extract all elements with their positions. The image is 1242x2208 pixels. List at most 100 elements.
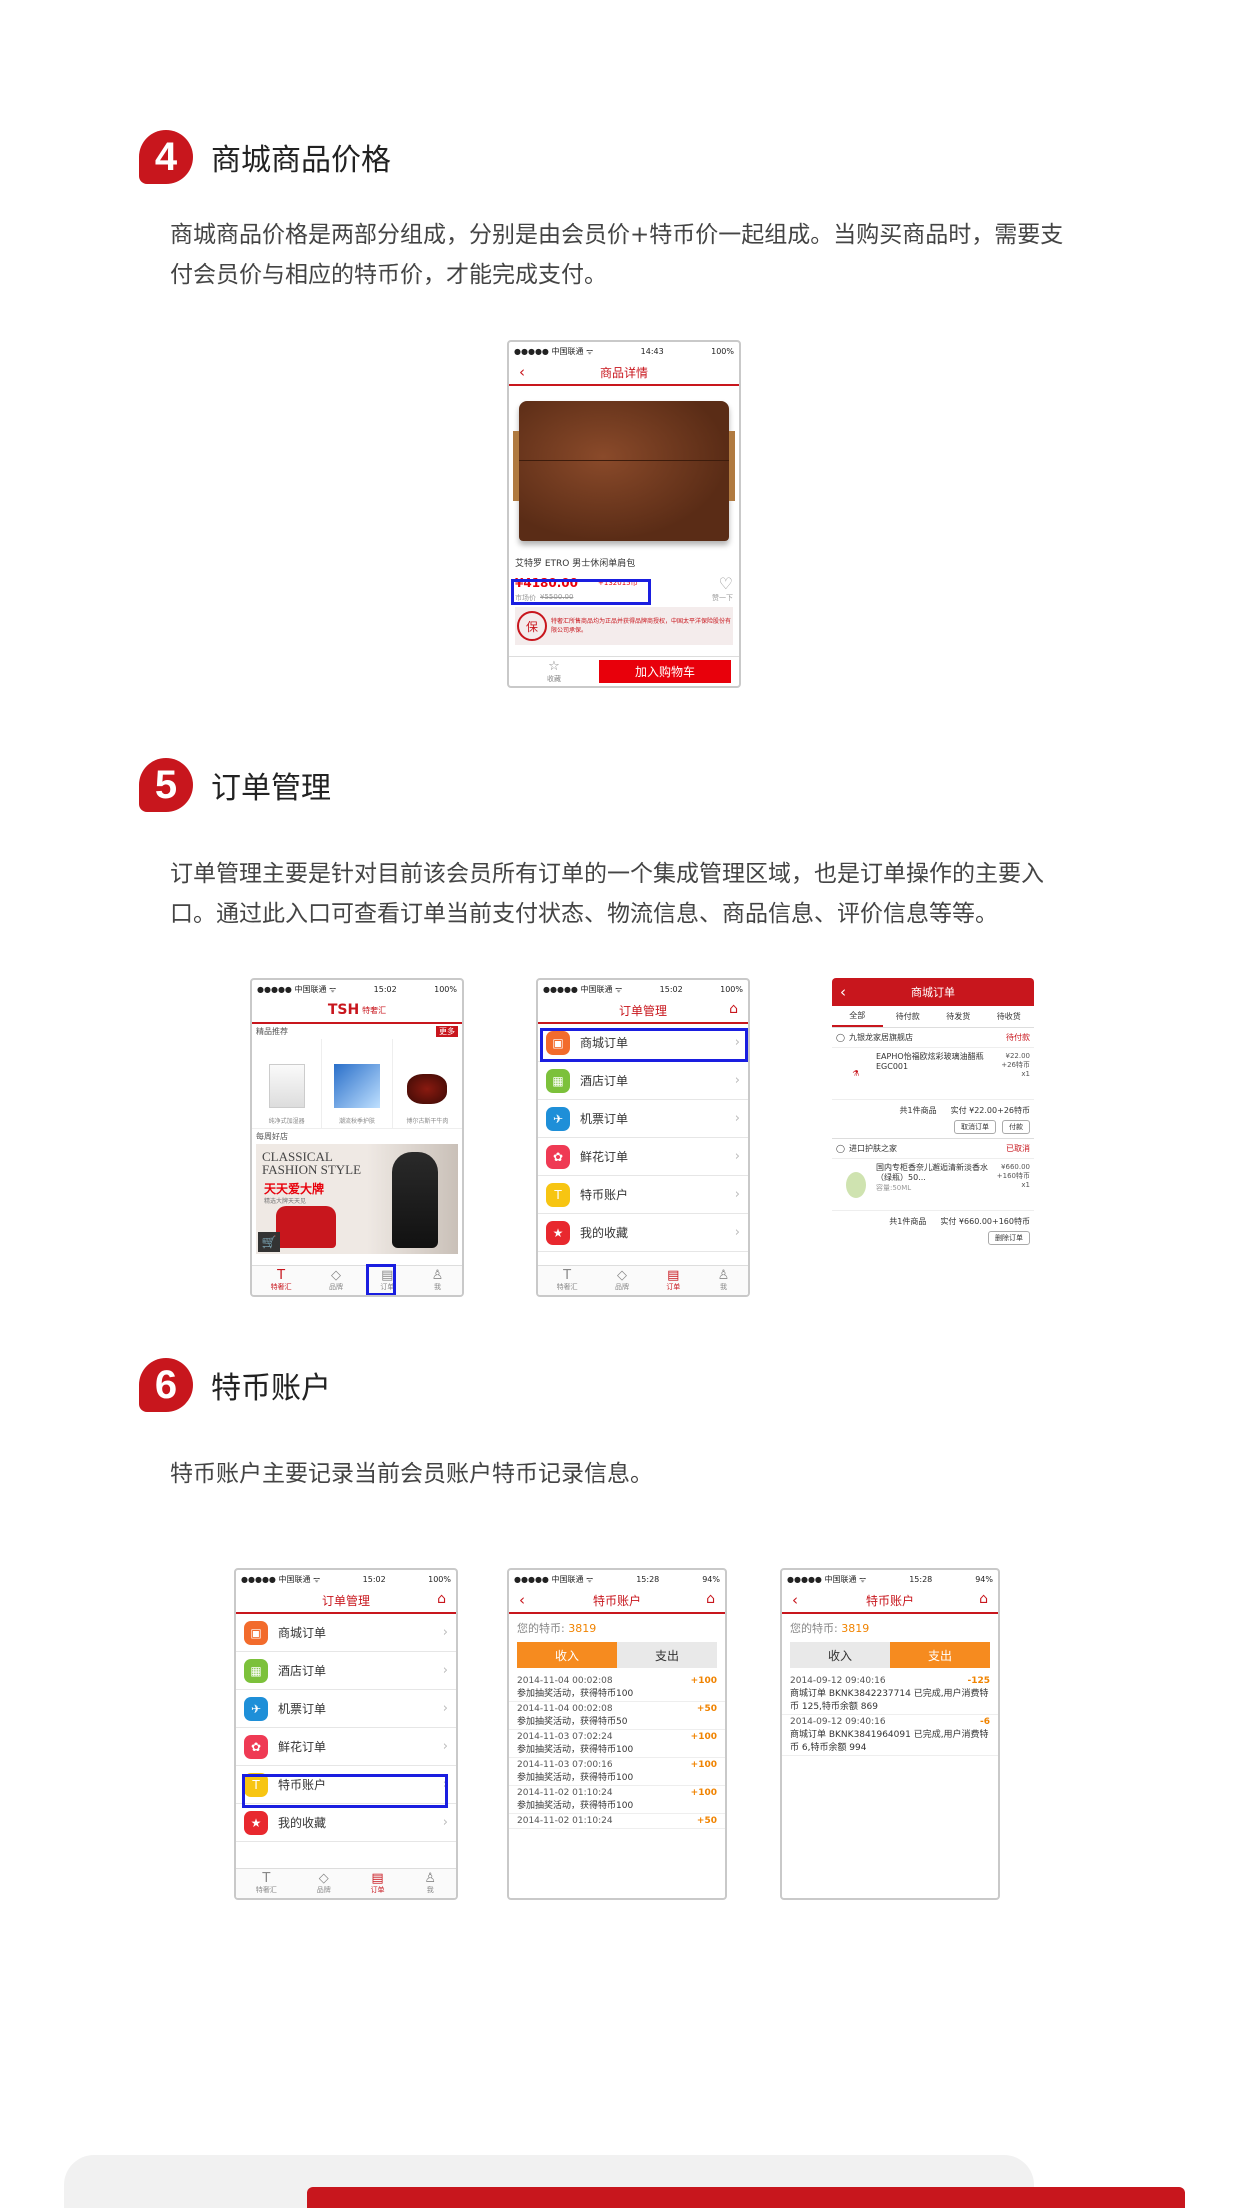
menu-item-hotel-order[interactable]: ▦ 酒店订单 › [236, 1652, 456, 1690]
cancel-order-button[interactable]: 取消订单 [954, 1120, 996, 1134]
order-product-row[interactable]: 国内专柜香奈儿邂逅清新淡香水（绿瓶）50... 容量:50ML ¥660.00 +1… [832, 1159, 1034, 1211]
tab-unshipped[interactable]: 待发货 [933, 1006, 984, 1027]
record-amount: +50 [696, 1704, 717, 1714]
tab-me[interactable]: ♙ 我 [424, 1872, 436, 1895]
coin-record-row: 2014-11-03 07:00:16 +100 参加抽奖活动，获得特币100 [509, 1758, 725, 1786]
tab-unreceived[interactable]: 待收货 [984, 1006, 1035, 1027]
tab-brand[interactable]: ◇ 品牌 [615, 1269, 629, 1292]
star-icon: ★ [546, 1220, 570, 1245]
order-total: 实付 ¥22.00+26特币 [950, 1105, 1030, 1115]
coin-record-row: 2014-11-04 00:02:08 +100 参加抽奖活动，获得特币100 [509, 1674, 725, 1702]
order-product-row[interactable]: ⚗ EAPHO怡福欧炫彩玻璃油醋瓶EGC001 ¥22.00 +26特币 x1 [832, 1048, 1034, 1100]
menu-item-mall-order[interactable]: ▣ 商城订单 › [236, 1614, 456, 1652]
like-label: 赞一下 [712, 594, 733, 602]
home-icon[interactable]: ⌂ [979, 1591, 988, 1607]
menu-item-flower-order[interactable]: ✿ 鲜花订单 › [236, 1728, 456, 1766]
tab-unpaid[interactable]: 待付款 [883, 1006, 934, 1027]
back-icon[interactable]: ‹ [519, 1591, 525, 1609]
tab-home[interactable]: T 特奢汇 [557, 1269, 578, 1292]
coin-record-row: 2014-11-04 00:02:08 +50 参加抽奖活动，获得特币50 [509, 1702, 725, 1730]
income-expense-toggle: 收入 支出 [517, 1642, 717, 1668]
chevron-right-icon: › [442, 1739, 448, 1754]
mall-order-highlight [540, 1028, 748, 1062]
home-icon[interactable]: ⌂ [706, 1591, 715, 1607]
income-tab[interactable]: 收入 [517, 1642, 617, 1668]
coin-record-row: 2014-11-02 01:10:24 +100 参加抽奖活动，获得特币100 [509, 1786, 725, 1814]
status-bar: ●●●●● 中国联通 ᯤ 15:28 94% [514, 1574, 720, 1584]
record-amount: +100 [690, 1732, 717, 1742]
menu-item-hotel-order[interactable]: ▦ 酒店订单 › [538, 1062, 748, 1100]
footer-red-bar [307, 2187, 1185, 2208]
delete-order-button[interactable]: 删除订单 [988, 1231, 1030, 1245]
back-icon[interactable]: ‹ [792, 1591, 798, 1609]
expense-tab[interactable]: 支出 [890, 1642, 990, 1668]
nav-title: 特币账户 [865, 1593, 914, 1608]
menu-item-my-favorites[interactable]: ★ 我的收藏 › [538, 1214, 748, 1252]
status-bar: ●●●●● 中国联通 ᯤ 15:02 100% [543, 984, 743, 994]
nav-title: 特币账户 [592, 1593, 641, 1608]
income-tab[interactable]: 收入 [790, 1642, 890, 1668]
menu-item-flight-order[interactable]: ✈ 机票订单 › [538, 1100, 748, 1138]
tab-orders[interactable]: ▤ 订单 [371, 1872, 385, 1895]
order-management-screen: ●●●●● 中国联通 ᯤ 15:02 100% 订单管理 ⌂ ▣ 商城订单 › ▦ 酒店订单… [536, 978, 750, 1297]
nav-bar: ‹ 商城订单 [832, 978, 1034, 1006]
menu-item-label: 商城订单 [278, 1626, 327, 1640]
tab-brand[interactable]: ◇ 品牌 [317, 1872, 331, 1895]
expense-tab[interactable]: 支出 [617, 1642, 717, 1668]
hotel-icon: ▦ [546, 1068, 570, 1093]
check-icon[interactable]: ◯ [836, 1144, 845, 1153]
recommend-item[interactable]: 博尔古斯干牛肉 [393, 1039, 462, 1128]
section-title: 订单管理 [211, 771, 331, 806]
coin-balance: 您的特币: 3819 [517, 1622, 597, 1635]
record-date: 2014-11-03 07:02:24 [517, 1732, 613, 1742]
chevron-right-icon: › [734, 1111, 740, 1126]
recommend-item[interactable]: 潮流秋季护肤 [322, 1039, 393, 1128]
tab-me[interactable]: ♙ 我 [432, 1269, 444, 1292]
recommend-list: 纯净式加湿器 潮流秋季护肤 博尔古斯干牛肉 [252, 1039, 462, 1129]
tab-all[interactable]: 全部 [832, 1006, 883, 1027]
order-management-screen: ●●●●● 中国联通 ᯤ 15:02 100% 订单管理 ⌂ ▣ 商城订单 › ▦ 酒店订单… [234, 1568, 458, 1900]
cart-icon[interactable]: 🛒 [258, 1232, 280, 1252]
menu-item-my-favorites[interactable]: ★ 我的收藏 › [236, 1804, 456, 1842]
chevron-right-icon: › [442, 1625, 448, 1640]
menu-item-flight-order[interactable]: ✈ 机票订单 › [236, 1690, 456, 1728]
order-store-row[interactable]: ◯ 九银龙家居旗舰店 待付款 [832, 1028, 1034, 1048]
record-date: 2014-11-03 07:00:16 [517, 1760, 613, 1770]
tab-home[interactable]: T 特奢汇 [271, 1269, 292, 1292]
tab-home[interactable]: T 特奢汇 [256, 1872, 277, 1895]
home-icon[interactable]: ⌂ [729, 1001, 738, 1017]
add-to-cart-button[interactable]: 加入购物车 [599, 660, 731, 683]
promo-banner[interactable]: CLASSICAL FASHION STYLE 天天爱大牌 精选大牌天天见 🛒 [256, 1144, 458, 1254]
order-store-row[interactable]: ◯ 进口护肤之家 已取消 [832, 1139, 1034, 1159]
back-icon[interactable]: ‹ [840, 983, 846, 1001]
check-icon[interactable]: ◯ [836, 1033, 845, 1042]
product-detail-screen: ●●●●● 中国联通 ᯤ 14:43 100% ‹ 商品详情 艾特罗 ETRO 男士… [507, 340, 741, 688]
tab-brand[interactable]: ◇ 品牌 [329, 1269, 343, 1292]
more-ribbon[interactable]: 更多 [436, 1026, 458, 1037]
tab-me[interactable]: ♙ 我 [718, 1269, 730, 1292]
chevron-right-icon: › [734, 1073, 740, 1088]
menu-item-label: 酒店订单 [580, 1074, 629, 1088]
record-date: 2014-11-04 00:02:08 [517, 1676, 613, 1686]
back-icon[interactable]: ‹ [519, 363, 525, 381]
pay-button[interactable]: 付款 [1002, 1120, 1030, 1134]
favorite-button[interactable]: ☆ 收藏 [509, 657, 599, 686]
home-screen: ●●●●● 中国联通 ᯤ 15:02 100% TSH 特奢汇 精品推荐 更多 纯净式… [250, 978, 464, 1297]
status-bar: ●●●●● 中国联通 ᯤ 15:28 94% [787, 1574, 993, 1584]
recommend-item[interactable]: 纯净式加湿器 [252, 1039, 323, 1128]
record-description: 商城订单 BKNK3841964091 已完成,用户消费特币 6,特币余额 99… [790, 1730, 989, 1753]
coin-record-row: 2014-11-02 01:10:24 +50 [509, 1814, 725, 1829]
home-icon[interactable]: ⌂ [437, 1591, 446, 1607]
price-highlight-box [511, 579, 651, 605]
tab-orders[interactable]: ▤ 订单 [666, 1269, 680, 1292]
record-date: 2014-11-02 01:10:24 [517, 1816, 613, 1826]
heart-icon[interactable]: ♡ [719, 574, 733, 593]
record-date: 2014-09-12 09:40:16 [790, 1717, 886, 1727]
menu-item-coin-account[interactable]: T 特币账户 › [538, 1176, 748, 1214]
flower-icon: ✿ [546, 1144, 570, 1169]
chevron-right-icon: › [442, 1701, 448, 1716]
chevron-right-icon: › [734, 1225, 740, 1240]
menu-item-flower-order[interactable]: ✿ 鲜花订单 › [538, 1138, 748, 1176]
tab-bar: T 特奢汇 ◇ 品牌 ▤ 订单 ♙ 我 [236, 1868, 456, 1898]
tab-bar: T 特奢汇 ◇ 品牌 ▤ 订单 ♙ 我 [252, 1265, 462, 1295]
